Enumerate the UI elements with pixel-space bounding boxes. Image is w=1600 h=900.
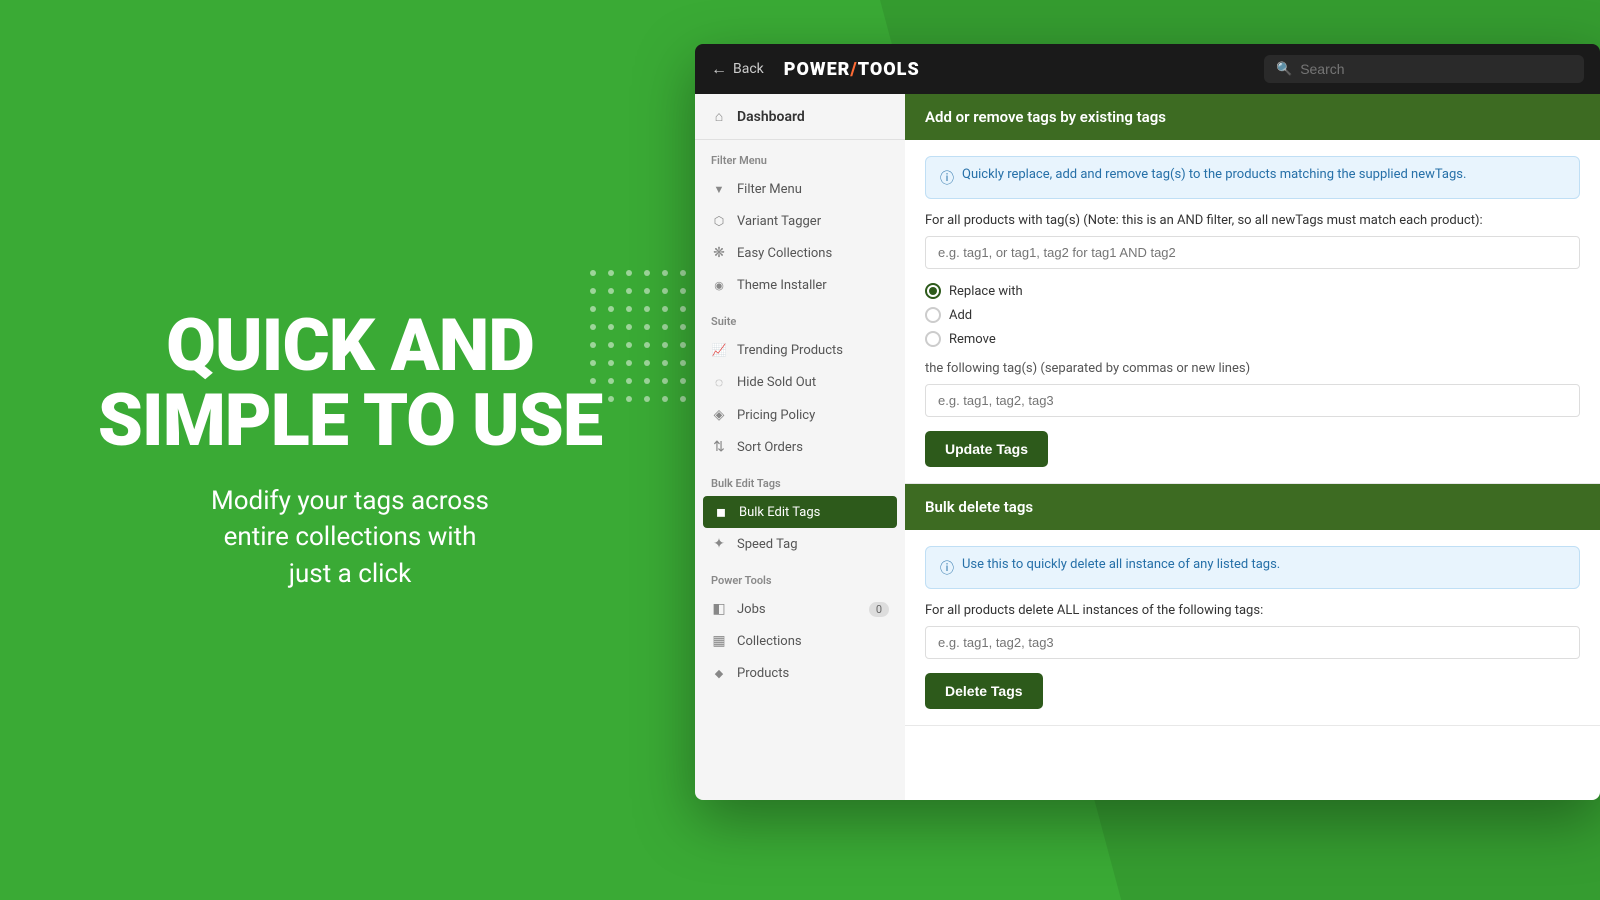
- sidebar-item-easy-collections[interactable]: Easy Collections: [695, 237, 905, 269]
- info-icon-2: ⓘ: [940, 558, 954, 578]
- sidebar-item-theme-installer[interactable]: Theme Installer: [695, 269, 905, 301]
- speed-tag-label: Speed Tag: [737, 537, 798, 552]
- jobs-badge: 0: [869, 602, 889, 617]
- hide-icon: [711, 374, 727, 391]
- bulk-delete-tags-body: ⓘ Use this to quickly delete all instanc…: [905, 530, 1600, 725]
- bulk-delete-tags-section: Bulk delete tags ⓘ Use this to quickly d…: [905, 484, 1600, 726]
- collections-label: Collections: [737, 634, 802, 649]
- puzzle-icon: [711, 213, 727, 229]
- sidebar-item-jobs[interactable]: Jobs 0: [695, 593, 905, 625]
- filter-menu-label: Filter Menu: [737, 182, 802, 197]
- suite-section-label: Suite: [695, 301, 905, 334]
- bulk-edit-icon: [713, 504, 729, 520]
- sidebar-item-bulk-edit-tags[interactable]: Bulk Edit Tags: [703, 496, 897, 528]
- search-bar[interactable]: 🔍: [1264, 55, 1584, 83]
- radio-add[interactable]: Add: [925, 307, 1580, 323]
- logo-accent: /: [850, 59, 857, 80]
- app-window: ← Back POWER/TOOLS 🔍 Dashboard Filter Me…: [695, 44, 1600, 800]
- products-label: Products: [737, 666, 789, 681]
- info-icon: ⓘ: [940, 168, 954, 188]
- sort-orders-label: Sort Orders: [737, 440, 803, 455]
- right-panel: Add or remove tags by existing tags ⓘ Qu…: [905, 94, 1600, 800]
- hero-title: QUICK AND SIMPLE TO USE: [98, 308, 602, 459]
- delete-tags-input[interactable]: [925, 626, 1580, 659]
- add-remove-info-box: ⓘ Quickly replace, add and remove tag(s)…: [925, 156, 1580, 199]
- bulk-delete-info-text: Use this to quickly delete all instance …: [962, 557, 1280, 572]
- dashboard-label: Dashboard: [737, 109, 805, 125]
- add-remove-tags-header: Add or remove tags by existing tags: [905, 94, 1600, 140]
- search-icon: 🔍: [1276, 62, 1292, 77]
- speed-icon: [711, 536, 727, 552]
- radio-add-circle: [925, 307, 941, 323]
- delete-tags-button[interactable]: Delete Tags: [925, 673, 1043, 709]
- sidebar-item-dashboard[interactable]: Dashboard: [695, 94, 905, 140]
- search-input[interactable]: [1300, 61, 1572, 77]
- sidebar-item-sort-orders[interactable]: Sort Orders: [695, 431, 905, 463]
- sidebar-item-variant-tagger[interactable]: Variant Tagger: [695, 205, 905, 237]
- products-icon: [711, 665, 727, 681]
- field2-label: the following tag(s) (separated by comma…: [925, 361, 1580, 376]
- bulk-edit-tags-label: Bulk Edit Tags: [739, 505, 820, 520]
- sort-icon: [711, 439, 727, 455]
- sidebar-item-collections[interactable]: Collections: [695, 625, 905, 657]
- sidebar-item-products[interactable]: Products: [695, 657, 905, 689]
- theme-icon: [711, 277, 727, 293]
- jobs-icon: [711, 601, 727, 617]
- add-remove-info-text: Quickly replace, add and remove tag(s) t…: [962, 167, 1466, 182]
- new-tags-input[interactable]: [925, 384, 1580, 417]
- power-tools-section-label: Power Tools: [695, 560, 905, 593]
- app-logo: POWER/TOOLS: [784, 59, 1264, 80]
- radio-add-label: Add: [949, 308, 972, 323]
- radio-replace[interactable]: Replace with: [925, 283, 1580, 299]
- dots-decoration: [590, 270, 690, 406]
- sidebar: Dashboard Filter Menu Filter Menu Varian…: [695, 94, 905, 800]
- sidebar-item-trending-products[interactable]: Trending Products: [695, 334, 905, 366]
- back-button[interactable]: ← Back: [711, 59, 764, 79]
- filter-icon: [711, 181, 727, 197]
- update-tags-button[interactable]: Update Tags: [925, 431, 1048, 467]
- hide-sold-out-label: Hide Sold Out: [737, 375, 816, 390]
- radio-replace-label: Replace with: [949, 284, 1023, 299]
- bulk-delete-tags-header: Bulk delete tags: [905, 484, 1600, 530]
- pricing-policy-label: Pricing Policy: [737, 408, 815, 423]
- pricing-icon: [711, 407, 727, 423]
- bulk-delete-info-box: ⓘ Use this to quickly delete all instanc…: [925, 546, 1580, 589]
- add-remove-tags-section: Add or remove tags by existing tags ⓘ Qu…: [905, 94, 1600, 484]
- theme-installer-label: Theme Installer: [737, 278, 827, 293]
- variant-tagger-label: Variant Tagger: [737, 214, 821, 229]
- main-content: Dashboard Filter Menu Filter Menu Varian…: [695, 94, 1600, 800]
- sidebar-item-hide-sold-out[interactable]: Hide Sold Out: [695, 366, 905, 399]
- bulk-edit-section-label: Bulk Edit Tags: [695, 463, 905, 496]
- radio-replace-circle: [925, 283, 941, 299]
- collections-icon: [711, 633, 727, 649]
- bulk-delete-field-label: For all products delete ALL instances of…: [925, 603, 1580, 618]
- sidebar-item-pricing-policy[interactable]: Pricing Policy: [695, 399, 905, 431]
- easy-collections-label: Easy Collections: [737, 246, 832, 261]
- radio-remove-circle: [925, 331, 941, 347]
- easy-icon: [711, 245, 727, 261]
- filter-menu-section-label: Filter Menu: [695, 140, 905, 173]
- field1-label: For all products with tag(s) (Note: this…: [925, 213, 1580, 228]
- jobs-label: Jobs: [737, 602, 766, 617]
- hero-section: QUICK AND SIMPLE TO USE Modify your tags…: [0, 0, 700, 900]
- radio-remove[interactable]: Remove: [925, 331, 1580, 347]
- sidebar-item-filter-menu[interactable]: Filter Menu: [695, 173, 905, 205]
- add-remove-tags-body: ⓘ Quickly replace, add and remove tag(s)…: [905, 140, 1600, 483]
- back-label: Back: [733, 61, 764, 77]
- radio-remove-label: Remove: [949, 332, 996, 347]
- trending-icon: [711, 342, 727, 358]
- house-icon: [711, 108, 727, 125]
- hero-subtitle: Modify your tags acrossentire collection…: [211, 483, 489, 592]
- top-bar: ← Back POWER/TOOLS 🔍: [695, 44, 1600, 94]
- existing-tags-input[interactable]: [925, 236, 1580, 269]
- back-icon: ←: [711, 59, 727, 79]
- trending-products-label: Trending Products: [737, 343, 843, 358]
- sidebar-item-speed-tag[interactable]: Speed Tag: [695, 528, 905, 560]
- radio-group: Replace with Add Remove: [925, 283, 1580, 347]
